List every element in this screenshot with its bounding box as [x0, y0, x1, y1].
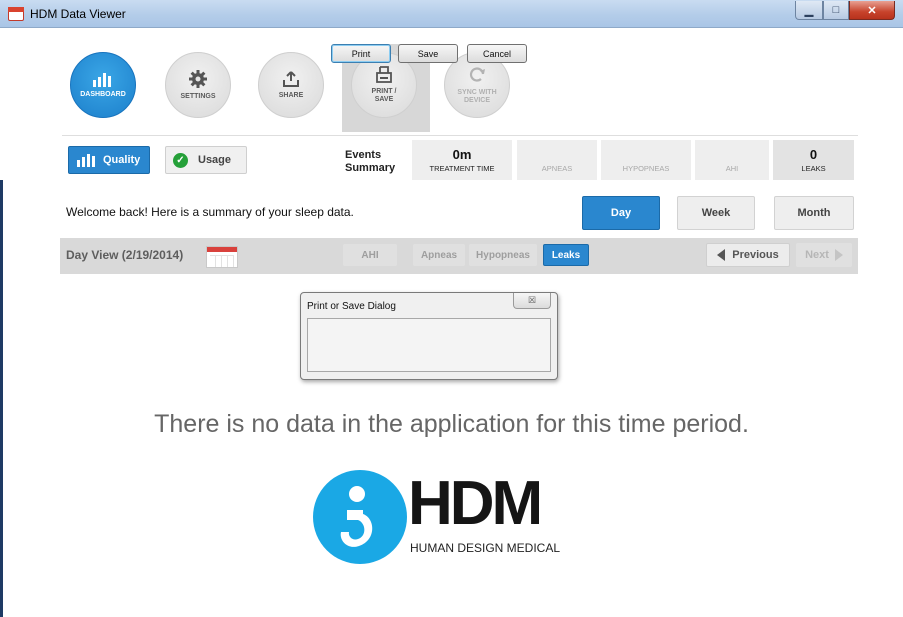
share-button[interactable]: SHARE: [258, 52, 324, 118]
close-icon: ☒: [527, 295, 537, 305]
nav-divider: [62, 135, 858, 136]
settings-label: SETTINGS: [180, 93, 216, 100]
calendar-icon[interactable]: [206, 246, 238, 268]
quality-button[interactable]: Quality: [68, 146, 150, 174]
dialog-close-button[interactable]: ☒: [513, 293, 551, 309]
hdm-subtitle: HUMAN DESIGN MEDICAL: [410, 541, 561, 555]
day-button[interactable]: Day: [582, 196, 660, 230]
treatment-time-value: 0m: [452, 146, 472, 162]
no-data-message: There is no data in the application for …: [154, 410, 749, 438]
hdm-logo-mark: [313, 470, 407, 564]
dashboard-button[interactable]: DASHBOARD: [70, 52, 136, 118]
apneas-label: APNEAS: [541, 163, 573, 173]
apneas-stat: APNEAS: [517, 140, 597, 180]
print-save-label: PRINT / SAVE: [372, 88, 397, 104]
chevron-left-icon: [717, 249, 726, 261]
minimize-icon: ▁: [804, 4, 814, 17]
print-button[interactable]: Print: [331, 44, 391, 63]
tab-ahi[interactable]: AHI: [343, 244, 397, 266]
hypopneas-label: HYPOPNEAS: [622, 163, 670, 173]
events-summary-line1: Events: [345, 149, 382, 161]
previous-label: Previous: [732, 249, 779, 261]
usage-button[interactable]: ✓ Usage: [165, 146, 247, 174]
treatment-time-label: TREATMENT TIME: [429, 163, 495, 173]
share-icon: [283, 71, 299, 87]
sync-label: SYNC WITH DEVICE: [457, 89, 496, 105]
checkmark-icon: ✓: [173, 152, 188, 168]
ahi-stat: AHI: [695, 140, 769, 180]
events-summary-label: Events Summary: [345, 149, 407, 175]
logo-icon: [340, 486, 373, 547]
hdm-wordmark: HDM: [408, 469, 543, 538]
window-controls: ▁ □ ✕: [795, 1, 895, 21]
app-icon: [8, 7, 24, 21]
sync-label-line2: DEVICE: [463, 97, 491, 104]
print-save-label-line1: PRINT /: [371, 88, 397, 95]
app-window: HDM Data Viewer ▁ □ ✕ DASHBOARD SETTINGS…: [0, 0, 903, 617]
minimize-button[interactable]: ▁: [795, 1, 823, 20]
window-title: HDM Data Viewer: [30, 7, 126, 21]
day-view-title: Day View (2/19/2014): [66, 248, 184, 262]
welcome-message: Welcome back! Here is a summary of your …: [66, 205, 354, 219]
printer-icon: [376, 66, 392, 83]
leaks-stat: 0 LEAKS: [773, 140, 854, 180]
maximize-icon: □: [832, 4, 840, 16]
sync-label-line1: SYNC WITH: [457, 89, 497, 96]
dashboard-label: DASHBOARD: [80, 91, 126, 98]
close-button[interactable]: ✕: [849, 1, 895, 20]
events-summary-line2: Summary: [345, 162, 396, 174]
treatment-time-stat: 0m TREATMENT TIME: [412, 140, 512, 180]
leaks-value: 0: [809, 146, 818, 162]
tab-leaks[interactable]: Leaks: [543, 244, 589, 266]
dialog-title: Print or Save Dialog: [307, 301, 396, 312]
dialog-body: [307, 318, 551, 372]
settings-button[interactable]: SETTINGS: [165, 52, 231, 118]
print-save-label-line2: SAVE: [374, 96, 394, 103]
previous-button[interactable]: Previous: [706, 243, 790, 267]
usage-label: Usage: [198, 154, 232, 166]
month-button[interactable]: Month: [774, 196, 854, 230]
ahi-label: AHI: [725, 163, 739, 173]
day-view-bar: Day View (2/19/2014) AHI Apneas Hypopnea…: [60, 238, 858, 274]
cancel-button[interactable]: Cancel: [467, 44, 527, 63]
share-label: SHARE: [278, 92, 304, 99]
chevron-right-icon: [834, 249, 843, 261]
next-label: Next: [805, 249, 829, 261]
sync-icon: [469, 67, 485, 82]
bar-chart-icon: [77, 154, 95, 167]
bar-chart-icon: [93, 73, 111, 87]
leaks-label: LEAKS: [801, 163, 826, 173]
print-save-dialog: Print or Save Dialog ☒: [300, 292, 558, 380]
quality-label: Quality: [103, 154, 141, 166]
gear-icon: [189, 70, 207, 88]
window-edge: [0, 180, 3, 617]
tab-hypopneas[interactable]: Hypopneas: [469, 244, 537, 266]
main-nav: DASHBOARD SETTINGS SHARE PRINT / SAVE SY…: [62, 44, 858, 132]
tab-apneas[interactable]: Apneas: [413, 244, 465, 266]
close-icon: ✕: [867, 4, 877, 17]
save-button[interactable]: Save: [398, 44, 458, 63]
maximize-button[interactable]: □: [823, 1, 849, 20]
hypopneas-stat: HYPOPNEAS: [601, 140, 691, 180]
title-bar: HDM Data Viewer ▁ □ ✕: [0, 0, 903, 28]
week-button[interactable]: Week: [677, 196, 755, 230]
next-button[interactable]: Next: [796, 243, 852, 267]
